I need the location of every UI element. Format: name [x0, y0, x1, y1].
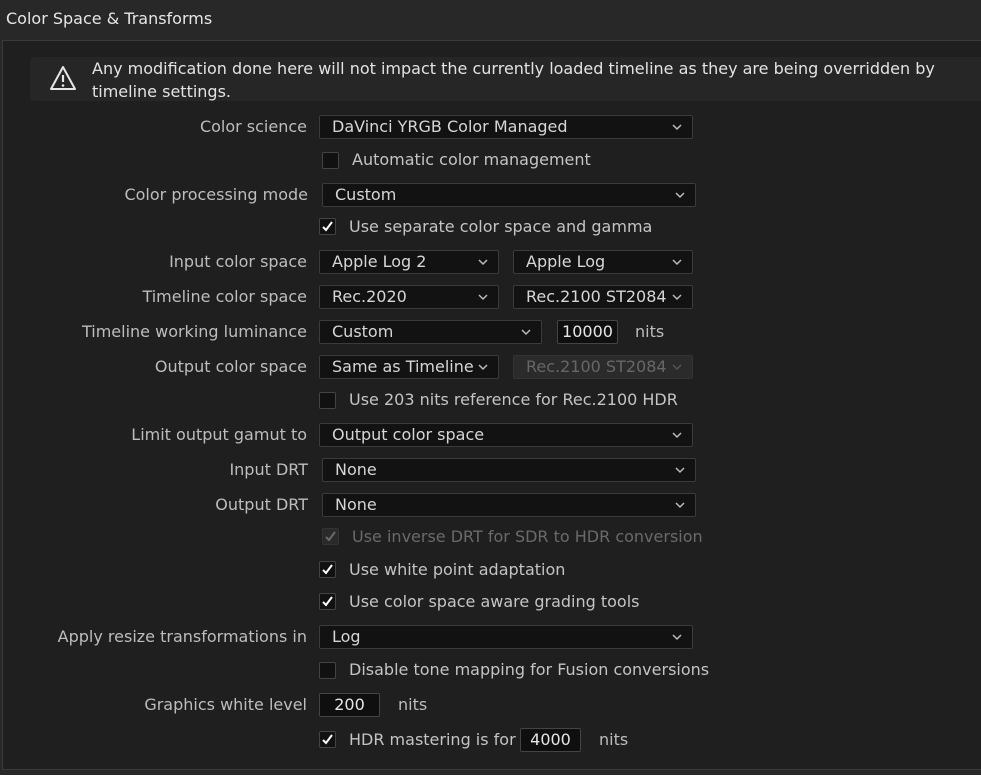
separate-color-space-label: Use separate color space and gamma: [349, 217, 653, 236]
chevron-down-icon: [478, 364, 488, 371]
timeline-color-space-label: Timeline color space: [142, 287, 307, 306]
timeline-working-luminance-select[interactable]: Custom: [319, 320, 542, 344]
use-203-nits-label: Use 203 nits reference for Rec.2100 HDR: [349, 390, 678, 409]
output-drt-select[interactable]: None: [322, 493, 696, 517]
separate-color-space-checkbox[interactable]: [319, 218, 336, 235]
chevron-down-icon: [675, 192, 685, 199]
chevron-down-icon: [675, 467, 685, 474]
apply-resize-label: Apply resize transformations in: [57, 627, 307, 646]
chevron-down-icon: [672, 364, 682, 371]
graphics-white-level-label: Graphics white level: [144, 695, 307, 714]
chevron-down-icon: [672, 259, 682, 266]
inverse-drt-checkbox: [322, 528, 339, 545]
chevron-down-icon: [672, 124, 682, 131]
output-color-space-value: Same as Timeline: [332, 357, 474, 376]
timeline-color-space-select[interactable]: Rec.2020: [319, 285, 499, 309]
color-science-label: Color science: [199, 117, 307, 136]
chevron-down-icon: [672, 634, 682, 641]
checkmark-icon: [322, 221, 333, 232]
color-science-value: DaVinci YRGB Color Managed: [332, 117, 568, 136]
input-drt-label: Input DRT: [229, 460, 308, 479]
color-processing-mode-select[interactable]: Custom: [322, 183, 696, 207]
checkmark-icon: [322, 734, 333, 745]
limit-output-gamut-value: Output color space: [332, 425, 485, 444]
color-space-aware-tools-checkbox[interactable]: [319, 593, 336, 610]
color-space-aware-tools-label: Use color space aware grading tools: [349, 592, 640, 611]
chevron-down-icon: [672, 294, 682, 301]
color-processing-mode-label: Color processing mode: [124, 185, 308, 204]
timeline-color-space-value: Rec.2020: [332, 287, 407, 306]
output-drt-label: Output DRT: [215, 495, 308, 514]
timeline-working-luminance-value: Custom: [332, 322, 394, 341]
warning-text: Any modification done here will not impa…: [92, 59, 935, 101]
timeline-gamma-select[interactable]: Rec.2100 ST2084: [513, 285, 693, 309]
input-color-space-select[interactable]: Apple Log 2: [319, 250, 499, 274]
input-color-space-label: Input color space: [169, 252, 307, 271]
limit-output-gamut-select[interactable]: Output color space: [319, 423, 693, 447]
color-processing-mode-value: Custom: [335, 185, 397, 204]
timeline-gamma-value: Rec.2100 ST2084: [526, 287, 667, 306]
timeline-working-luminance-label: Timeline working luminance: [81, 322, 307, 341]
chevron-down-icon: [672, 432, 682, 439]
graphics-white-level-input[interactable]: 200: [319, 693, 380, 717]
hdr-mastering-checkbox[interactable]: [319, 731, 336, 748]
automatic-color-management-label: Automatic color management: [352, 150, 591, 169]
checkmark-icon: [322, 564, 333, 575]
automatic-color-management-checkbox[interactable]: [322, 152, 339, 169]
warning-icon: [50, 66, 76, 90]
input-gamma-select[interactable]: Apple Log: [513, 250, 693, 274]
hdr-mastering-label: HDR mastering is for: [349, 730, 516, 749]
nits-unit: nits: [635, 322, 665, 341]
inverse-drt-label: Use inverse DRT for SDR to HDR conversio…: [352, 527, 703, 546]
apply-resize-value: Log: [332, 627, 361, 646]
input-drt-select[interactable]: None: [322, 458, 696, 482]
input-drt-value: None: [335, 460, 377, 479]
white-point-adaptation-label: Use white point adaptation: [349, 560, 566, 579]
limit-output-gamut-label: Limit output gamut to: [131, 425, 307, 444]
output-color-space-select[interactable]: Same as Timeline: [319, 355, 499, 379]
white-point-adaptation-checkbox[interactable]: [319, 561, 336, 578]
checkmark-icon: [322, 596, 333, 607]
window-title: Color Space & Transforms: [6, 9, 213, 28]
nits-unit: nits: [398, 695, 428, 714]
nits-unit: nits: [599, 730, 629, 749]
chevron-down-icon: [478, 259, 488, 266]
output-color-space-label: Output color space: [154, 357, 307, 376]
output-gamma-select: Rec.2100 ST2084: [513, 355, 693, 379]
disable-tone-mapping-checkbox[interactable]: [319, 662, 336, 679]
chevron-down-icon: [521, 329, 531, 336]
checkmark-icon: [325, 531, 336, 542]
input-gamma-value: Apple Log: [526, 252, 606, 271]
chevron-down-icon: [478, 294, 488, 301]
hdr-mastering-input[interactable]: 4000: [520, 728, 581, 752]
chevron-down-icon: [675, 502, 685, 509]
output-gamma-value: Rec.2100 ST2084: [526, 357, 667, 376]
disable-tone-mapping-label: Disable tone mapping for Fusion conversi…: [349, 660, 710, 679]
apply-resize-select[interactable]: Log: [319, 625, 693, 649]
use-203-nits-checkbox[interactable]: [319, 392, 336, 409]
input-color-space-value: Apple Log 2: [332, 252, 427, 271]
luminance-nits-input[interactable]: 10000: [557, 320, 618, 344]
output-drt-value: None: [335, 495, 377, 514]
color-science-select[interactable]: DaVinci YRGB Color Managed: [319, 115, 693, 139]
